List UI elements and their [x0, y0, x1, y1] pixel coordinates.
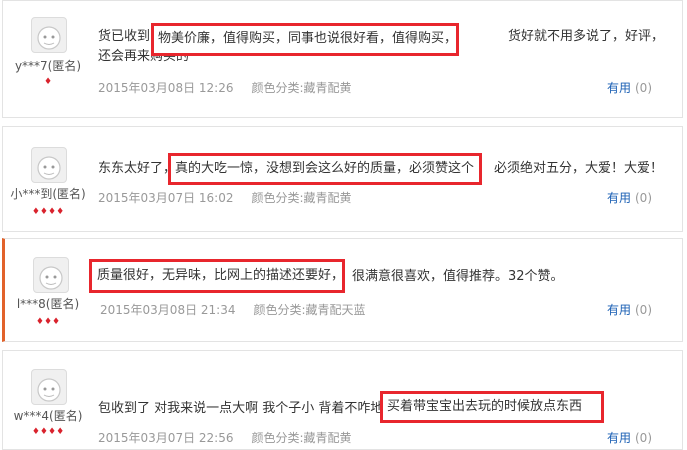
color-variant: 颜色分类:藏青配黄: [251, 431, 352, 445]
useful-button[interactable]: 有用 (0): [607, 79, 652, 96]
review-text: 东东太好了，: [98, 161, 177, 176]
review-text-continued: 必须绝对五分，大爱！大爱！: [494, 161, 664, 176]
useful-count: (0): [635, 191, 652, 205]
review-meta: 2015年03月07日 22:56 颜色分类:藏青配黄: [98, 429, 352, 446]
color-variant: 颜色分类:藏青配天蓝: [253, 303, 366, 317]
useful-label[interactable]: 有用: [607, 303, 631, 317]
avatar[interactable]: [31, 147, 67, 183]
review-meta: 2015年03月08日 12:26 颜色分类:藏青配黄: [98, 79, 352, 96]
user-level-badge: ♦♦♦: [35, 317, 61, 327]
default-avatar-icon: [39, 266, 63, 290]
highlighted-text: 真的大吃一惊，没想到会这么好的质量，必须赞这个: [175, 161, 475, 176]
avatar[interactable]: [33, 257, 69, 293]
user-level-badge: ♦: [43, 77, 53, 87]
color-variant: 颜色分类:藏青配黄: [251, 191, 352, 205]
useful-label[interactable]: 有用: [607, 431, 631, 445]
highlighted-text: 质量很好，无异味，比网上的描述还要好，: [97, 268, 345, 283]
review-item: w***4(匿名) ♦♦♦♦ 包收到了 对我来说一点大啊 我个子小 背着不咋地 …: [2, 350, 683, 450]
user-level-badge: ♦♦♦♦: [31, 427, 65, 437]
default-avatar-icon: [37, 156, 61, 180]
useful-label[interactable]: 有用: [607, 81, 631, 95]
useful-count: (0): [635, 431, 652, 445]
useful-button[interactable]: 有用 (0): [607, 301, 652, 318]
review-item: 小***到(匿名) ♦♦♦♦ 东东太好了， 必须绝对五分，大爱！大爱！ 真的大吃一…: [2, 126, 683, 232]
highlighted-text: 买着带宝宝出去玩的时候放点东西: [387, 399, 583, 414]
useful-button[interactable]: 有用 (0): [607, 189, 652, 206]
useful-count: (0): [635, 81, 652, 95]
useful-count: (0): [635, 303, 652, 317]
highlighted-text: 物美价廉，值得购买，同事也说很好看，值得购买，: [158, 31, 458, 46]
review-item: l***8(匿名) ♦♦♦ 很满意很喜欢，值得推荐。32个赞。 质量很好，无异味…: [2, 238, 683, 342]
user-level-badge: ♦♦♦♦: [31, 207, 65, 217]
default-avatar-icon: [37, 378, 61, 402]
review-text-continued: 很满意很喜欢，值得推荐。32个赞。: [352, 269, 564, 284]
useful-button[interactable]: 有用 (0): [607, 429, 652, 446]
default-avatar-icon: [37, 26, 61, 50]
review-content: 包收到了 对我来说一点大啊 我个子小 背着不咋地: [98, 399, 383, 419]
review-item: y***7(匿名) ♦ 货已收到， 货好就不用多说了，好评，还会再来购买的 物美价…: [2, 0, 683, 118]
username: w***4(匿名): [13, 409, 83, 423]
review-date: 2015年03月07日 16:02: [98, 191, 234, 205]
review-text: 包收到了 对我来说一点大啊 我个子小 背着不咋地: [98, 401, 384, 416]
username: 小***到(匿名): [10, 187, 86, 201]
review-date: 2015年03月08日 12:26: [98, 81, 234, 95]
review-date: 2015年03月07日 22:56: [98, 431, 234, 445]
avatar[interactable]: [31, 17, 67, 53]
review-meta: 2015年03月07日 16:02 颜色分类:藏青配黄: [98, 189, 352, 206]
username: l***8(匿名): [16, 297, 80, 311]
review-meta: 2015年03月08日 21:34 颜色分类:藏青配天蓝: [100, 301, 366, 318]
review-date: 2015年03月08日 21:34: [100, 303, 236, 317]
useful-label[interactable]: 有用: [607, 191, 631, 205]
color-variant: 颜色分类:藏青配黄: [251, 81, 352, 95]
avatar[interactable]: [31, 369, 67, 405]
username: y***7(匿名): [14, 59, 82, 73]
